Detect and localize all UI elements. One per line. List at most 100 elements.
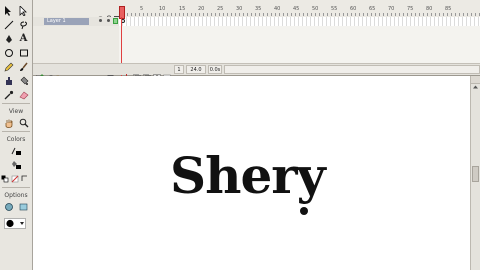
- ruler-tick: [439, 13, 440, 16]
- oval-tool-icon[interactable]: [2, 46, 15, 59]
- layer-name-cell[interactable]: Layer 1: [33, 17, 119, 34]
- frame-number: 20: [198, 6, 205, 12]
- ruler-tick: [183, 13, 184, 16]
- ruler-tick: [355, 13, 356, 16]
- frame-number: 50: [312, 6, 319, 12]
- tools-panel: A View Colors Options: [0, 0, 33, 270]
- ruler-tick: [407, 13, 408, 16]
- frame-number: 45: [293, 6, 300, 12]
- outline-color-square[interactable]: [113, 18, 118, 24]
- frame-number: 15: [179, 6, 186, 12]
- ruler-tick: [375, 13, 376, 16]
- ruler-tick: [227, 13, 228, 16]
- timeline-footer: 1 24.0 fps 0.0s: [33, 63, 480, 82]
- colors-section-label: Colors: [6, 136, 26, 143]
- ruler-tick: [431, 13, 432, 16]
- ruler-tick: [179, 13, 180, 16]
- ruler-tick: [339, 13, 340, 16]
- options-section-label: Options: [4, 192, 28, 199]
- swap-colors-icon[interactable]: [21, 172, 31, 185]
- ruler-tick: [167, 13, 168, 16]
- frame-number: 85: [445, 6, 452, 12]
- eyedropper-tool-icon[interactable]: [2, 88, 15, 101]
- ruler-tick: [335, 13, 336, 16]
- fill-color-icon[interactable]: [10, 158, 23, 171]
- brush-tool-icon[interactable]: [17, 60, 30, 73]
- ruler-tick: [191, 13, 192, 16]
- ruler-tick: [303, 13, 304, 16]
- ruler-tick: [199, 13, 200, 16]
- frame-rate[interactable]: 24.0 fps: [186, 65, 206, 82]
- ruler-tick: [235, 13, 236, 16]
- layer-list-area: [33, 26, 119, 63]
- line-tool-icon[interactable]: [2, 18, 15, 31]
- frame-cells[interactable]: [119, 17, 480, 26]
- ruler-tick: [463, 13, 464, 16]
- frame-number: 40: [274, 6, 281, 12]
- tools-separator: [2, 103, 30, 104]
- ruler-tick: [427, 13, 428, 16]
- ruler-tick: [255, 13, 256, 16]
- subselect-tool-icon[interactable]: [17, 4, 30, 17]
- ruler-tick: [231, 13, 232, 16]
- lasso-tool-icon[interactable]: [17, 18, 30, 31]
- current-frame: 1: [174, 65, 184, 74]
- ruler-tick: [451, 13, 452, 16]
- frame-number: 25: [217, 6, 224, 12]
- ruler-tick: [143, 13, 144, 16]
- pen-tool-icon[interactable]: [2, 32, 15, 45]
- ruler-tick: [203, 13, 204, 16]
- frame-ruler[interactable]: 5 10 15 20 25 30 35 40 45 50 55 60 65 70…: [33, 6, 480, 17]
- ruler-tick: [403, 13, 404, 16]
- frame-number: 60: [350, 6, 357, 12]
- ruler-tick: [223, 13, 224, 16]
- stage-vscrollbar[interactable]: [470, 76, 480, 270]
- ruler-tick: [443, 13, 444, 16]
- ruler-tick: [383, 13, 384, 16]
- stage-canvas[interactable]: Shery: [33, 76, 470, 270]
- brush-mode-icon[interactable]: [17, 200, 30, 213]
- stage-text[interactable]: Shery: [170, 146, 326, 206]
- ruler-tick: [175, 13, 176, 16]
- zoom-tool-icon[interactable]: [17, 116, 30, 129]
- elapsed-time: 0.0s: [208, 65, 222, 74]
- no-color-icon[interactable]: [11, 172, 21, 185]
- ruler-tick: [351, 13, 352, 16]
- arrow-tool-icon[interactable]: [2, 4, 15, 17]
- layer-row[interactable]: Layer 1: [33, 17, 480, 34]
- hand-tool-icon[interactable]: [2, 116, 15, 129]
- ruler-tick: [299, 13, 300, 16]
- lock-dot[interactable]: [107, 19, 110, 22]
- rectangle-tool-icon[interactable]: [17, 46, 30, 59]
- ruler-tick: [279, 13, 280, 16]
- ruler-tick: [251, 13, 252, 16]
- ink-bottle-tool-icon[interactable]: [2, 74, 15, 87]
- lock-fill-icon[interactable]: [2, 200, 15, 213]
- frame-number: 5: [140, 6, 144, 12]
- pencil-tool-icon[interactable]: [2, 60, 15, 73]
- ruler-tick: [379, 13, 380, 16]
- scroll-up-arrow-icon[interactable]: [471, 76, 480, 89]
- ruler-tick: [367, 13, 368, 16]
- ruler-tick: [247, 13, 248, 16]
- frame-number: 80: [426, 6, 433, 12]
- default-colors-icon[interactable]: [1, 172, 11, 185]
- ruler-tick: [415, 13, 416, 16]
- ruler-tick: [347, 13, 348, 16]
- keyframe-icon[interactable]: [121, 19, 125, 23]
- stroke-color-icon[interactable]: [10, 144, 23, 157]
- ruler-tick: [207, 13, 208, 16]
- text-tool-icon[interactable]: A: [17, 32, 30, 45]
- timeline-hscrollbar[interactable]: [224, 65, 480, 82]
- ruler-tick: [267, 13, 268, 16]
- ruler-tick: [287, 13, 288, 16]
- frame-area: [119, 26, 480, 63]
- visibility-dot[interactable]: [99, 19, 102, 22]
- ruler-tick: [475, 13, 476, 16]
- brush-size-icon[interactable]: [4, 217, 28, 230]
- ruler-tick: [411, 13, 412, 16]
- ruler-tick: [467, 13, 468, 16]
- paint-bucket-tool-icon[interactable]: [17, 74, 30, 87]
- eraser-tool-icon[interactable]: [17, 88, 30, 101]
- scroll-thumb[interactable]: [472, 166, 479, 182]
